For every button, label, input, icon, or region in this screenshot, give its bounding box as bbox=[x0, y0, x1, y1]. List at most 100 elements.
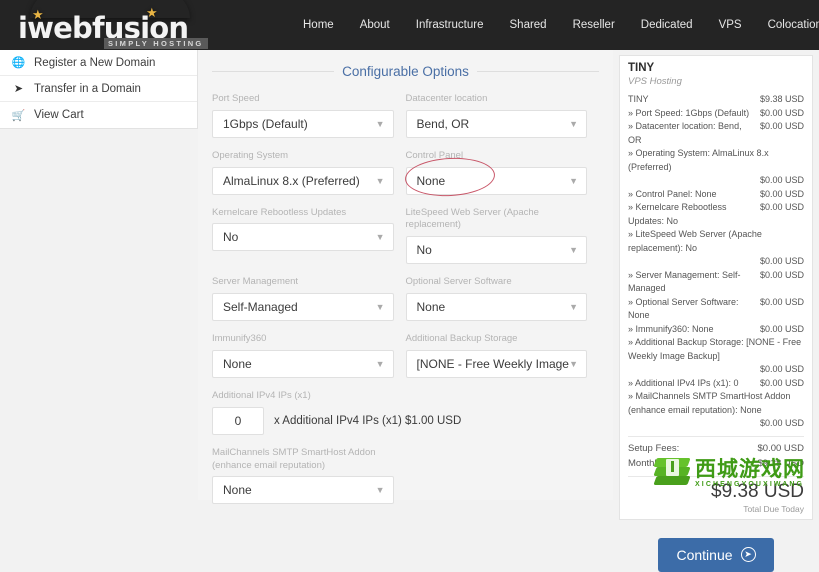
optional-software-select[interactable]: None ▼ bbox=[405, 293, 587, 322]
select-value: No bbox=[223, 230, 239, 245]
globe-icon: 🌐 bbox=[11, 57, 26, 69]
summary-line: » LiteSpeed Web Server (Apache replaceme… bbox=[628, 228, 804, 269]
setup-fees-label: Setup Fees: bbox=[628, 442, 680, 454]
summary-line-amount: $0.00 USD bbox=[759, 107, 804, 118]
nav-item-reseller[interactable]: Reseller bbox=[560, 0, 628, 50]
field-operating-system: Operating System AlmaLinux 8.x (Preferre… bbox=[212, 150, 394, 195]
summary-line-label: » Immunify360: None bbox=[628, 323, 714, 334]
divider-left bbox=[212, 71, 335, 72]
field-label: Control Panel bbox=[405, 149, 464, 161]
chevron-down-icon: ▼ bbox=[569, 358, 578, 369]
summary-product-name: TINY bbox=[628, 62, 655, 74]
select-value: None bbox=[416, 300, 446, 315]
field-label: Immunify360 bbox=[212, 333, 267, 345]
summary-line-label: » MailChannels SMTP SmartHost Addon (enh… bbox=[628, 391, 791, 415]
options-grid: Port Speed 1Gbps (Default) ▼ Datacenter … bbox=[212, 93, 599, 516]
chevron-down-icon: ▼ bbox=[375, 118, 385, 129]
select-value: Bend, OR bbox=[416, 116, 470, 131]
summary-line-amount: $0.00 USD bbox=[759, 121, 804, 131]
form-column-left: Operating System AlmaLinux 8.x (Preferre… bbox=[212, 150, 406, 207]
nav-item-vps[interactable]: VPS bbox=[706, 0, 755, 50]
field-label: Operating System bbox=[212, 149, 289, 161]
summary-line-label: TINY bbox=[628, 94, 649, 104]
form-column-left: Port Speed 1Gbps (Default) ▼ bbox=[212, 93, 406, 150]
summary-line-amount: $0.00 USD bbox=[759, 175, 804, 185]
continue-button[interactable]: Continue ➤ bbox=[658, 537, 774, 572]
section-header: Configurable Options bbox=[212, 64, 600, 79]
select-value: 1Gbps (Default) bbox=[223, 116, 308, 131]
nav-item-colocation[interactable]: Colocation bbox=[755, 0, 819, 50]
summary-line: TINY $9.38 USD bbox=[628, 93, 804, 107]
field-label: Server Management bbox=[212, 276, 299, 288]
summary-line: » Operating System: AlmaLinux 8.x (Prefe… bbox=[628, 147, 804, 188]
form-column-right: Control Panel None ▼ bbox=[405, 149, 600, 207]
summary-product-category: VPS Hosting bbox=[628, 76, 682, 87]
kernelcare-select[interactable]: No ▼ bbox=[212, 223, 394, 252]
summary-line-amount: $0.00 USD bbox=[759, 202, 804, 212]
continue-button-label: Continue bbox=[676, 546, 733, 563]
summary-line: » Immunify360: None $0.00 USD bbox=[628, 323, 804, 337]
page-title: Configurable Options bbox=[342, 64, 469, 79]
field-additional-ipv4: Additional IPv4 IPs (x1) x Additional IP… bbox=[212, 390, 587, 435]
summary-line: » Control Panel: None $0.00 USD bbox=[628, 188, 804, 202]
litespeed-select[interactable]: No ▼ bbox=[405, 236, 587, 265]
summary-line: » Datacenter location: Bend, OR $0.00 US… bbox=[628, 120, 804, 147]
chevron-down-icon: ▼ bbox=[375, 232, 385, 243]
shopping-cart-icon: 🛒 bbox=[11, 109, 26, 122]
field-label: Port Speed bbox=[212, 93, 260, 104]
form-column-left: Kernelcare Rebootless Updates No ▼ bbox=[212, 207, 406, 277]
sidebar-item-view-cart[interactable]: 🛒 View Cart bbox=[0, 102, 197, 128]
quantity-row: x Additional IPv4 IPs (x1) $1.00 USD bbox=[212, 406, 587, 435]
site-logo[interactable]: ★ ★ iwebfusion SIMPLY HOSTING bbox=[0, 0, 290, 50]
continue-button-wrap: Continue ➤ bbox=[619, 537, 813, 572]
immunify360-select[interactable]: None ▼ bbox=[212, 349, 394, 378]
order-summary-panel: TINY VPS Hosting TINY $9.38 USD » Port S… bbox=[613, 50, 819, 572]
nav-item-dedicated[interactable]: Dedicated bbox=[628, 0, 706, 50]
field-immunify360: Immunify360 None ▼ bbox=[212, 333, 394, 378]
chevron-down-icon: ▼ bbox=[375, 175, 385, 186]
chevron-down-icon: ▼ bbox=[569, 302, 578, 313]
mailchannels-select[interactable]: None ▼ bbox=[212, 476, 394, 505]
main-navigation: Home About Infrastructure Shared Reselle… bbox=[290, 0, 819, 50]
summary-line-amount: $0.00 USD bbox=[759, 188, 804, 199]
summary-line-label: » LiteSpeed Web Server (Apache replaceme… bbox=[628, 229, 762, 253]
configurable-options-panel: Configurable Options Port Speed 1Gbps (D… bbox=[198, 50, 613, 505]
sidebar-item-transfer-domain[interactable]: ➤ Transfer in a Domain bbox=[0, 76, 197, 102]
sidebar-item-register-domain[interactable]: 🌐 Register a New Domain bbox=[0, 50, 197, 76]
summary-divider bbox=[628, 435, 804, 437]
summary-line-amount: $0.00 USD bbox=[759, 256, 804, 266]
field-label: Additional Backup Storage bbox=[405, 333, 518, 345]
field-backup-storage: Additional Backup Storage [NONE - Free W… bbox=[405, 333, 587, 378]
summary-line-label: » Kernelcare Rebootless Updates: No bbox=[628, 202, 727, 226]
logo-tagline: SIMPLY HOSTING bbox=[104, 38, 208, 49]
form-column-left: Server Management Self-Managed ▼ bbox=[212, 276, 406, 333]
select-value: AlmaLinux 8.x (Preferred) bbox=[223, 173, 360, 188]
nav-item-about[interactable]: About bbox=[347, 0, 403, 50]
datacenter-location-select[interactable]: Bend, OR ▼ bbox=[405, 109, 587, 138]
form-column-right: Datacenter location Bend, OR ▼ bbox=[405, 93, 600, 150]
arrow-right-circle-icon: ➤ bbox=[740, 547, 756, 563]
control-panel-select[interactable]: None ▼ bbox=[405, 166, 587, 195]
chevron-down-icon: ▼ bbox=[375, 485, 385, 496]
nav-item-infrastructure[interactable]: Infrastructure bbox=[403, 0, 497, 50]
nav-item-shared[interactable]: Shared bbox=[497, 0, 560, 50]
field-litespeed: LiteSpeed Web Server (Apache replacement… bbox=[405, 206, 587, 265]
field-port-speed: Port Speed 1Gbps (Default) ▼ bbox=[212, 93, 394, 138]
watermark-layer bbox=[653, 476, 691, 485]
summary-line-label: » Additional IPv4 IPs (x1): 0 bbox=[628, 377, 739, 388]
summary-line: » Additional Backup Storage: [NONE - Fre… bbox=[628, 336, 804, 377]
additional-ipv4-quantity-input[interactable] bbox=[212, 406, 264, 435]
nav-item-home[interactable]: Home bbox=[290, 0, 347, 50]
form-column-right: Optional Server Software None ▼ bbox=[405, 276, 600, 333]
operating-system-select[interactable]: AlmaLinux 8.x (Preferred) ▼ bbox=[212, 166, 394, 195]
field-label: LiteSpeed Web Server (Apache replacement… bbox=[405, 206, 539, 231]
watermark-badge bbox=[666, 459, 679, 476]
divider-right bbox=[476, 71, 600, 72]
setup-fees-row: Setup Fees: $0.00 USD bbox=[628, 441, 804, 456]
server-management-select[interactable]: Self-Managed ▼ bbox=[212, 293, 394, 322]
form-column-right: LiteSpeed Web Server (Apache replacement… bbox=[405, 206, 600, 277]
port-speed-select[interactable]: 1Gbps (Default) ▼ bbox=[212, 109, 394, 138]
chevron-down-icon: ▼ bbox=[569, 245, 578, 256]
backup-storage-select[interactable]: [NONE - Free Weekly Image ▼ bbox=[405, 349, 587, 378]
field-mailchannels: MailChannels SMTP SmartHost Addon (enhan… bbox=[212, 447, 394, 505]
